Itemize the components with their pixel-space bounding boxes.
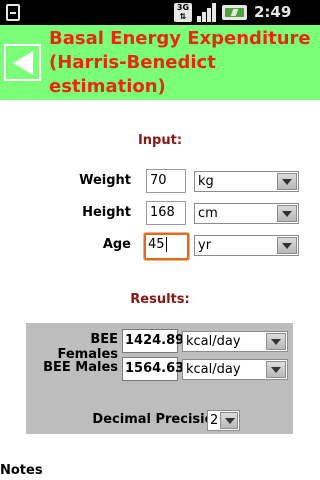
- battery-icon: [222, 5, 247, 20]
- network-label: 3G: [176, 3, 190, 12]
- chevron-down-icon: [277, 237, 297, 254]
- age-label: Age: [102, 237, 131, 252]
- bee-males-unit-value: kcal/day: [186, 362, 241, 377]
- bee-males-label: BEE Males: [43, 360, 118, 375]
- 3g-icon: 3G ⇅: [174, 3, 192, 22]
- weight-label: Weight: [79, 173, 131, 188]
- age-input-value: 45: [148, 237, 165, 252]
- height-unit-select[interactable]: cm: [194, 203, 299, 224]
- back-button[interactable]: [4, 44, 41, 81]
- weight-unit-select[interactable]: kg: [194, 171, 299, 192]
- notes-heading: Notes: [0, 463, 43, 478]
- decimal-precision-label: Decimal Precision:: [92, 412, 228, 427]
- weight-unit-value: kg: [198, 174, 214, 189]
- chevron-down-icon: [220, 412, 238, 429]
- app-header: Basal Energy Expenditure (Harris-Benedic…: [0, 25, 320, 100]
- chevron-down-icon: [266, 333, 286, 350]
- bee-males-unit-select[interactable]: kcal/day: [182, 359, 288, 380]
- bee-females-value[interactable]: 1424.89: [122, 329, 184, 353]
- decimal-precision-select[interactable]: 2: [207, 410, 240, 431]
- bee-females-label: BEE Females: [57, 332, 119, 362]
- bee-females-unit-value: kcal/day: [186, 334, 241, 349]
- decimal-precision-value: 2: [210, 413, 219, 428]
- results-heading: Results:: [130, 292, 190, 307]
- back-arrow-icon: [13, 51, 33, 75]
- text-cursor: [165, 237, 167, 252]
- bee-females-unit-select[interactable]: kcal/day: [182, 331, 288, 352]
- signal-icon: [197, 3, 217, 22]
- bee-males-value[interactable]: 1564.63: [122, 357, 184, 381]
- age-unit-value: yr: [198, 238, 212, 253]
- height-input[interactable]: 168: [146, 201, 186, 225]
- height-unit-value: cm: [198, 206, 218, 221]
- page-title: Basal Energy Expenditure (Harris-Benedic…: [49, 28, 311, 97]
- height-label: Height: [82, 205, 131, 220]
- chevron-down-icon: [277, 173, 297, 190]
- input-heading: Input:: [137, 133, 183, 148]
- sd-card-icon: [6, 4, 20, 21]
- chevron-down-icon: [266, 361, 286, 378]
- results-panel: BEE Females 1424.89 kcal/day BEE Males 1…: [26, 323, 293, 434]
- weight-input[interactable]: 70: [146, 169, 186, 193]
- age-unit-select[interactable]: yr: [194, 235, 299, 256]
- chevron-down-icon: [277, 205, 297, 222]
- status-bar: 3G⇅ 2:49 PM: [0, 0, 320, 40]
- age-input[interactable]: 45: [144, 233, 189, 260]
